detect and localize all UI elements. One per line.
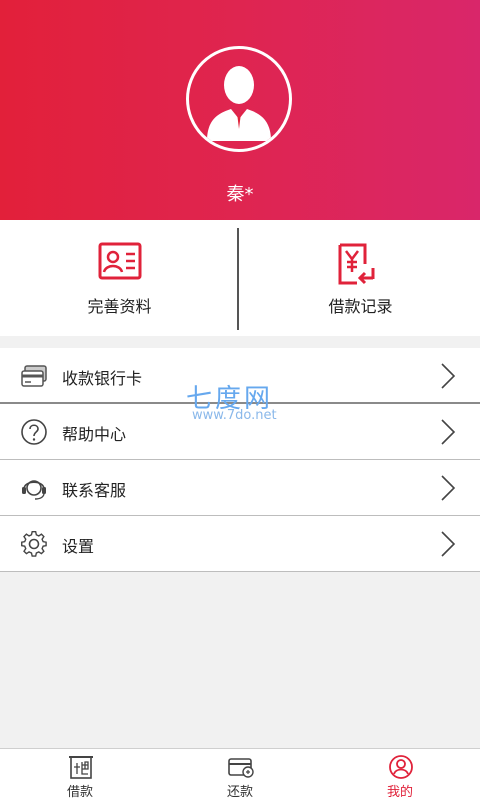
- repay-tab-icon: [228, 758, 254, 778]
- avatar[interactable]: [186, 46, 292, 152]
- quick-divider: [237, 228, 239, 330]
- chevron-right-icon: [441, 531, 456, 557]
- menu-label: 收款银行卡: [62, 369, 143, 388]
- quick-actions: 完善资料 借款记录: [0, 220, 480, 336]
- tab-label: 还款: [226, 785, 253, 800]
- profile-header: 秦*: [0, 0, 480, 220]
- profile-tab-icon: [389, 755, 413, 779]
- help-icon: [21, 419, 47, 445]
- headset-icon: [22, 480, 46, 500]
- tab-repay[interactable]: 还款: [160, 749, 320, 800]
- menu-label: 设置: [62, 537, 95, 556]
- tab-mine[interactable]: 我的: [320, 749, 480, 800]
- chevron-right-icon: [441, 475, 456, 501]
- gear-icon: [21, 531, 47, 557]
- complete-profile-label: 完善资料: [87, 297, 152, 316]
- tab-label: 借款: [66, 785, 93, 800]
- menu-item-customer-service[interactable]: 联系客服: [0, 460, 480, 516]
- tab-label: 我的: [386, 785, 413, 800]
- id-card-icon: [98, 242, 142, 280]
- menu-label: 帮助中心: [62, 425, 127, 444]
- watermark: 七度网 www.7do.net: [186, 378, 296, 428]
- tab-loan[interactable]: 借款: [0, 749, 160, 800]
- loan-record-button[interactable]: 借款记录: [241, 220, 480, 336]
- menu-label: 联系客服: [62, 481, 127, 500]
- chevron-right-icon: [441, 419, 456, 445]
- chevron-right-icon: [441, 363, 456, 389]
- loan-record-icon: [338, 243, 375, 285]
- bank-card-icon: [21, 365, 47, 387]
- bottom-tab-bar: 借款 还款 我的: [0, 748, 480, 800]
- username: 秦*: [226, 184, 254, 205]
- watermark-url: www.7do.net: [192, 408, 277, 423]
- user-silhouette-icon: [207, 66, 271, 141]
- loan-record-label: 借款记录: [328, 297, 393, 316]
- complete-profile-button[interactable]: 完善资料: [0, 220, 239, 336]
- menu-item-settings[interactable]: 设置: [0, 516, 480, 572]
- loan-tab-icon: [69, 756, 93, 779]
